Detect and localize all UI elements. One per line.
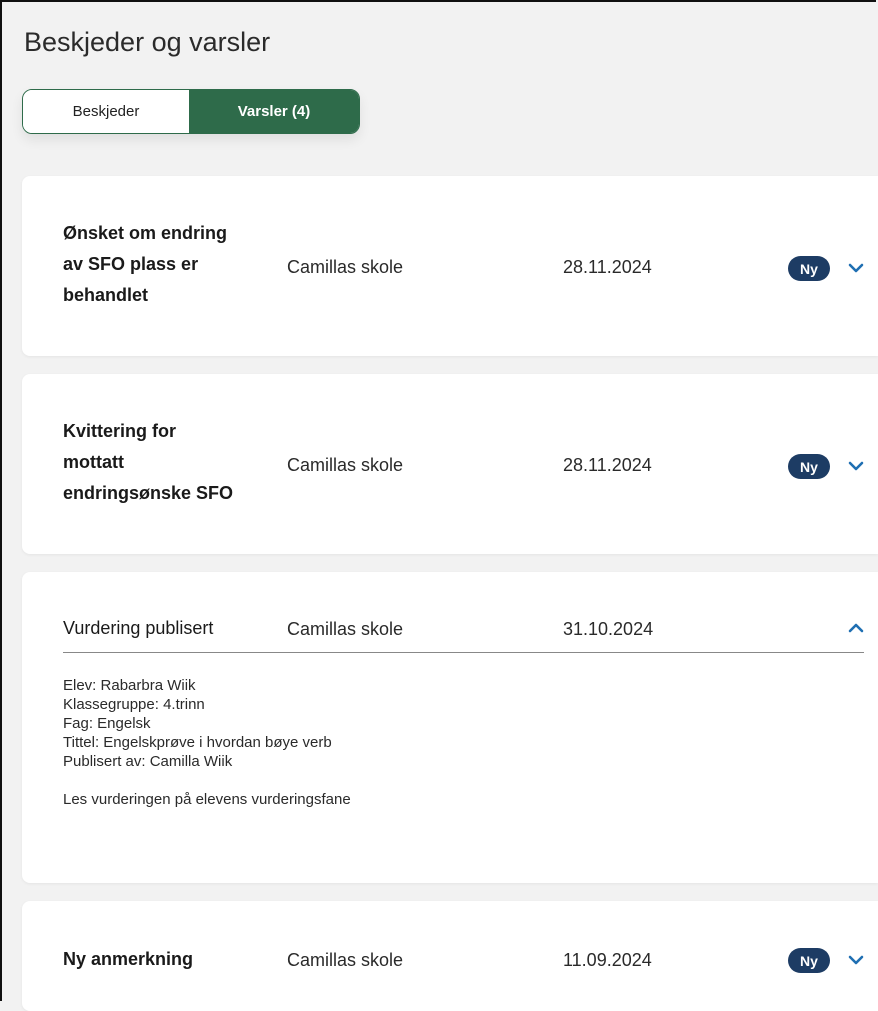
- detail-line: Elev: Rabarbra Wiik: [63, 677, 196, 694]
- notification-sender: Camillas skole: [287, 257, 404, 277]
- notification-card[interactable]: Ny anmerkning Camillas skole 11.09.2024 …: [22, 901, 878, 1011]
- notification-title: Kvittering for mottatt endringsønske SFO: [63, 416, 283, 509]
- notification-title-line: av SFO plass er: [63, 254, 199, 274]
- divider: [63, 652, 864, 653]
- notification-title: Vurdering publisert: [63, 618, 214, 638]
- new-badge: Ny: [788, 948, 830, 973]
- notification-title-line: Ønsket om endring: [63, 223, 228, 243]
- detail-line: Fag: Engelsk: [63, 715, 151, 732]
- chevron-up-icon[interactable]: [848, 622, 864, 634]
- notification-sender: Camillas skole: [287, 950, 404, 970]
- tab-varsler[interactable]: Varsler (4): [189, 90, 359, 133]
- notification-date: 28.11.2024: [563, 455, 652, 475]
- detail-line: Publisert av: Camilla Wiik: [63, 753, 233, 770]
- notification-sender: Camillas skole: [287, 619, 404, 639]
- notification-title: Ønsket om endring av SFO plass er behand…: [63, 218, 283, 311]
- new-badge: Ny: [788, 256, 830, 281]
- new-badge: Ny: [788, 454, 830, 479]
- notification-footer-text: Les vurderingen på elevens vurderingsfan…: [63, 791, 351, 808]
- notification-date: 28.11.2024: [563, 257, 652, 277]
- notification-card-expanded[interactable]: Vurdering publisert Camillas skole 31.10…: [22, 572, 878, 883]
- notification-date: 31.10.2024: [563, 619, 654, 639]
- notification-sender: Camillas skole: [287, 455, 404, 475]
- page-title: Beskjeder og varsler: [24, 27, 271, 57]
- detail-line: Tittel: Engelskprøve i hvordan bøye verb: [63, 734, 332, 751]
- detail-line: Klassegruppe: 4.trinn: [63, 696, 205, 713]
- notification-card[interactable]: Ønsket om endring av SFO plass er behand…: [22, 176, 878, 356]
- notification-title: Ny anmerkning: [63, 949, 194, 969]
- chevron-down-icon[interactable]: [848, 460, 864, 472]
- chevron-down-icon[interactable]: [848, 954, 864, 966]
- notification-card[interactable]: Kvittering for mottatt endringsønske SFO…: [22, 374, 878, 554]
- notification-date: 11.09.2024: [563, 950, 652, 970]
- notification-title-line: Kvittering for: [63, 421, 177, 441]
- notification-title-line: behandlet: [63, 285, 149, 305]
- chevron-down-icon[interactable]: [848, 262, 864, 274]
- notification-title-line: mottatt: [63, 452, 124, 472]
- tab-group: Beskjeder Varsler (4): [22, 89, 360, 134]
- notification-title-line: endringsønske SFO: [63, 483, 234, 503]
- tab-beskjeder[interactable]: Beskjeder: [23, 90, 189, 133]
- notification-details: Elev: Rabarbra Wiik Klassegruppe: 4.trin…: [63, 676, 351, 809]
